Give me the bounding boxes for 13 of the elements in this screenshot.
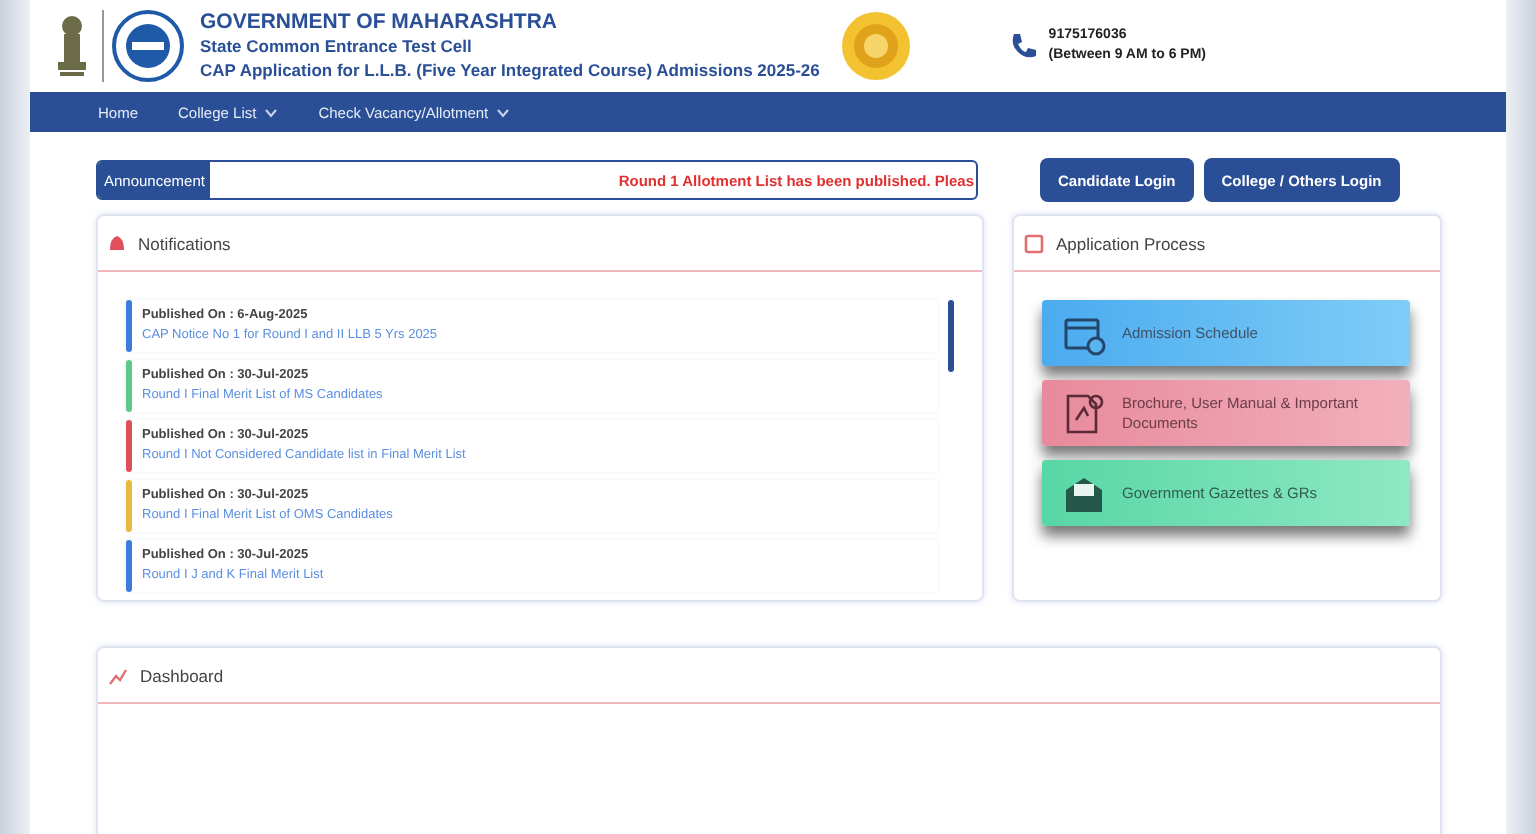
panel-title: Notifications [138, 233, 231, 253]
panel-title: Dashboard [140, 665, 224, 685]
site-title: GOVERNMENT OF MAHARASHTRA [200, 10, 559, 34]
chart-line-icon [108, 665, 128, 685]
caret-icon [264, 107, 279, 117]
site-subtitle: State Common Entrance Test Cell [200, 34, 474, 58]
seal-icon [839, 10, 912, 82]
caret-icon [496, 107, 511, 117]
scrollbar-thumb[interactable] [948, 300, 954, 372]
site-tagline: CAP Application for L.L.B. (Five Year Integrated Course) Admissions 2025-26 [200, 58, 820, 82]
bell-icon [108, 234, 126, 252]
panel-title: Application Process [1056, 233, 1206, 253]
phone-icon [1008, 30, 1041, 62]
